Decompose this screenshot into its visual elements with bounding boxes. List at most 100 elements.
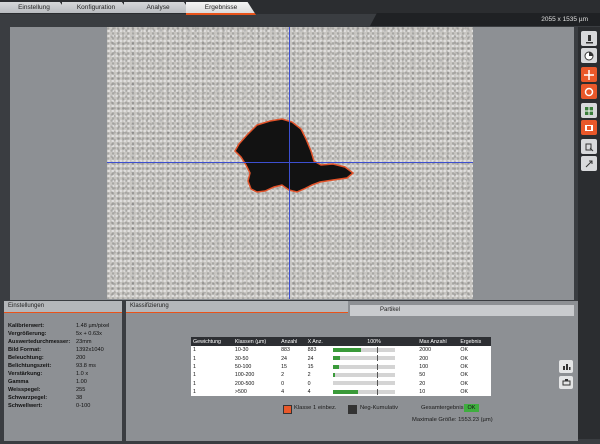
status-bar: 2055 x 1535 µm: [370, 13, 600, 26]
progress-fill: [332, 372, 336, 377]
col-anzahl: Anzahl: [279, 337, 306, 346]
print-icon[interactable]: [559, 376, 573, 389]
cell-progress: [331, 363, 417, 371]
progress-marker: [376, 388, 378, 395]
tab-klassifizierung[interactable]: Klassifizierung: [126, 301, 348, 313]
cell-anzahl: 2: [281, 372, 285, 379]
table-row: 1 >500 4 4 10 OK: [191, 388, 491, 396]
table-header-row: Gewichtung Klassen (µm) Anzahl X Anz. 10…: [191, 337, 491, 346]
grid-icon[interactable]: [581, 103, 597, 118]
max-size-text: Maximale Größe: 1553.23 (µm): [412, 417, 493, 423]
crosshair-vertical: [289, 27, 290, 299]
setting-label: Schwellwert:: [8, 403, 43, 409]
setting-label: Beleuchtung:: [8, 355, 44, 361]
microscope-glyph: [586, 34, 593, 43]
cell-gewichtung: 1: [193, 363, 196, 370]
settings-row: Verstärkung: 1.0 x: [8, 371, 88, 377]
cell-max: 100: [419, 363, 429, 370]
setting-label: Weisspegel:: [8, 387, 41, 393]
partikel-tab-label: Partikel: [380, 307, 401, 313]
cell-progress: [331, 371, 417, 379]
cell-anzahl: 0: [281, 380, 285, 387]
setting-value: 1.00: [76, 379, 87, 385]
camera-glyph: [585, 124, 593, 131]
export-icon[interactable]: [581, 156, 597, 171]
cell-gewichtung: 1: [193, 389, 196, 396]
tab-einstellung[interactable]: Einstellung: [0, 2, 68, 13]
setting-value: 23mm: [76, 339, 92, 345]
cell-gewichtung: 1: [193, 347, 196, 354]
cell-gewichtung: 1: [193, 355, 196, 362]
settings-row: Gamma 1.00: [8, 379, 87, 385]
tab-ergebnisse[interactable]: Ergebnisse: [186, 2, 256, 15]
settings-tab[interactable]: Einstellungen: [4, 301, 122, 313]
cell-klasse: 10-30: [234, 347, 249, 354]
print-glyph: [562, 379, 570, 386]
tab-partikel[interactable]: Partikel: [350, 305, 574, 316]
pie-glyph: [584, 51, 594, 60]
circle-glyph: [584, 87, 594, 96]
microscope-icon[interactable]: [581, 31, 597, 46]
chart-report-icon[interactable]: [559, 360, 573, 373]
setting-label: Belichtungszeit:: [8, 363, 52, 369]
setting-label: Bild Format:: [8, 347, 41, 353]
setting-label: Gamma: [8, 379, 29, 385]
col-percent: 100%: [330, 337, 418, 346]
klasse1-checkbox[interactable]: [283, 405, 292, 414]
setting-value: 1392x1040: [76, 347, 104, 353]
col-max: Max Anzahl: [417, 337, 459, 346]
cell-progress: [331, 354, 417, 362]
cell-klasse: 30-50: [234, 355, 249, 362]
settings-row: Beleuchtung: 200: [8, 355, 85, 361]
cell-xanz: 883: [307, 347, 317, 354]
classification-table: Gewichtung Klassen (µm) Anzahl X Anz. 10…: [191, 337, 491, 397]
progress-marker: [376, 371, 378, 378]
setting-value: 5x + 0.63x: [76, 331, 102, 337]
progress-marker: [376, 363, 378, 370]
negkumulativ-checkbox[interactable]: [348, 405, 357, 414]
cell-xanz: 15: [307, 363, 314, 370]
cell-max: 200: [419, 355, 429, 362]
cell-anzahl: 883: [281, 347, 290, 354]
particle-svg: [234, 118, 355, 193]
edit-icon[interactable]: [581, 139, 597, 154]
microscope-image[interactable]: [107, 27, 473, 299]
progress-bar: [332, 380, 395, 387]
setting-value: 1.0 x: [76, 371, 89, 377]
negkumulativ-label: Neg-Kumulativ: [360, 405, 399, 411]
table-row: 1 50-100 15 15 100 OK: [191, 363, 491, 371]
camera-icon[interactable]: [581, 120, 597, 135]
circle-icon[interactable]: [581, 84, 597, 99]
table-row: 1 100-200 2 2 50 OK: [191, 371, 491, 379]
right-toolbar: [578, 27, 600, 439]
cell-ergebnis: OK: [460, 380, 468, 387]
tab-analyse[interactable]: Analyse: [124, 2, 192, 13]
cell-ergebnis: OK: [460, 372, 468, 379]
cell-ergebnis: OK: [460, 363, 468, 370]
table-row: 1 200-500 0 0 20 OK: [191, 380, 491, 388]
klassifizierung-tab-label: Klassifizierung: [130, 303, 169, 309]
cell-klasse: 50-100: [234, 363, 252, 370]
progress-fill: [332, 356, 341, 361]
setting-label: Vergrößerung:: [8, 331, 47, 337]
bar-chart-glyph: [562, 364, 570, 370]
col-xanz: X Anz.: [305, 337, 331, 346]
cell-klasse: 200-500: [234, 380, 255, 387]
settings-row: Schwarzpegel: 38: [8, 395, 82, 401]
pie-icon[interactable]: [581, 48, 597, 63]
table-row: 1 30-50 24 24 200 OK: [191, 354, 491, 362]
cell-xanz: 0: [307, 380, 311, 387]
cell-max: 10: [419, 389, 426, 396]
progress-fill: [332, 364, 340, 369]
settings-row: Weisspegel: 255: [8, 387, 85, 393]
progress-bar: [332, 355, 395, 362]
settings-row: Vergrößerung: 5x + 0.63x: [8, 331, 102, 337]
gesamt-status-badge: OK: [464, 404, 479, 412]
setting-value: 255: [76, 387, 86, 393]
export-glyph: [585, 160, 593, 167]
tab-konfiguration[interactable]: Konfiguration: [62, 2, 130, 13]
col-klassen: Klassen (µm): [232, 337, 280, 346]
cell-xanz: 4: [307, 389, 311, 396]
crosshair-icon[interactable]: [581, 67, 597, 82]
cell-gewichtung: 1: [193, 372, 196, 379]
